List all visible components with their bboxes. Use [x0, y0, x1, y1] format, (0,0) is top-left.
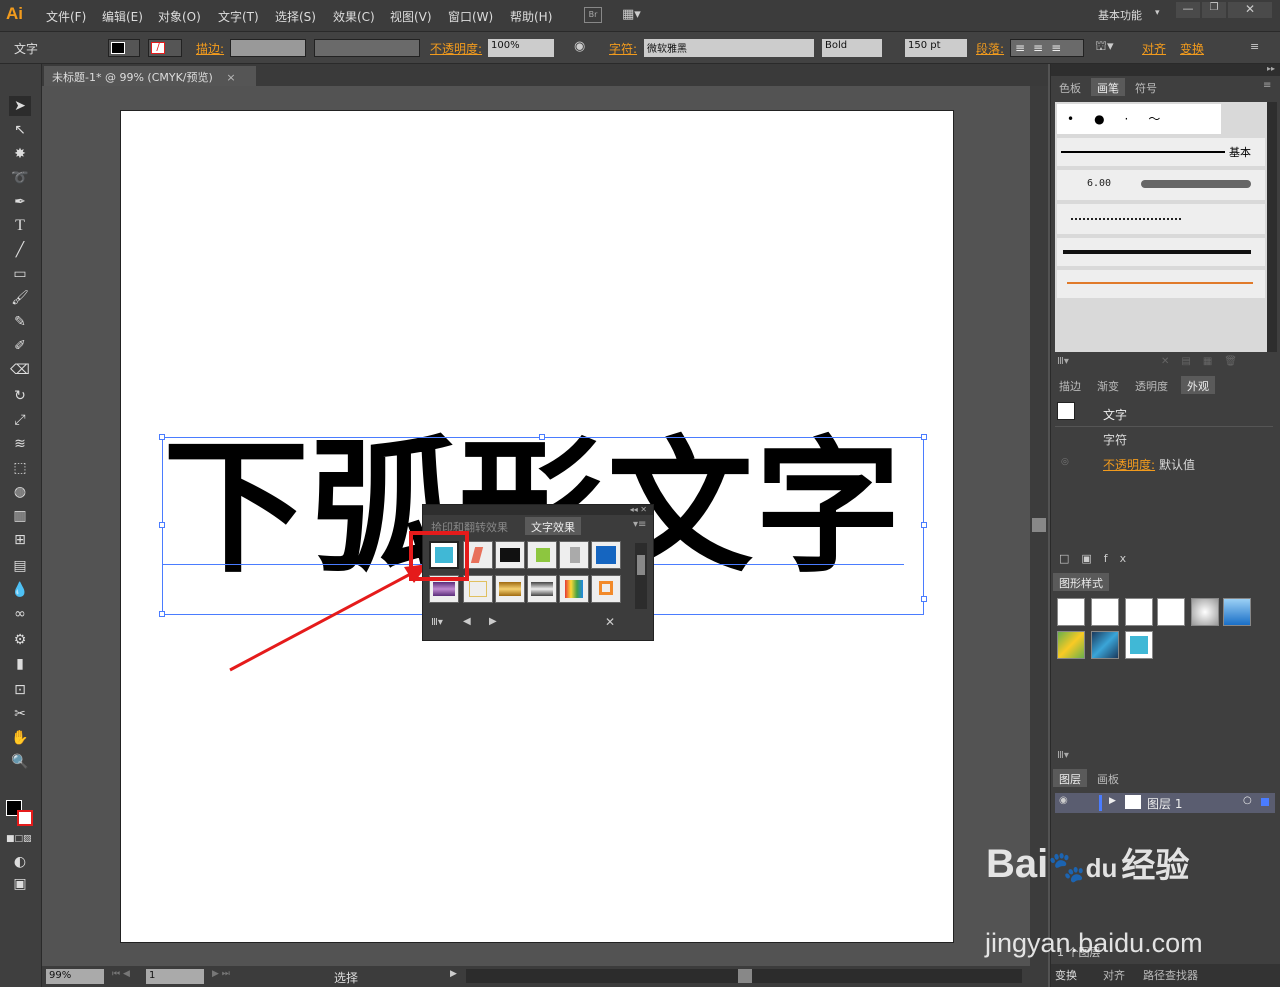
- watermark-jy: 经验: [1121, 847, 1190, 885]
- style-swatch-green[interactable]: [527, 541, 557, 569]
- layer-color-bar: [1099, 795, 1102, 811]
- graphic-style-green-yellow[interactable]: [1057, 631, 1085, 659]
- graphic-style-blue[interactable]: [1223, 598, 1251, 626]
- tab-graphic-styles[interactable]: 图形样式: [1053, 573, 1109, 591]
- brush-list: •●·～ 基本 6.00: [1055, 102, 1267, 352]
- horizontal-scrollbar[interactable]: [466, 969, 1022, 983]
- watermark-brand2: du: [1085, 853, 1118, 883]
- tab-brushes[interactable]: 画笔: [1091, 78, 1125, 96]
- expand-layer-icon[interactable]: ▶: [1109, 796, 1116, 806]
- library-menu-icon[interactable]: Ⅲ▾: [431, 617, 443, 628]
- panel-scrollbar[interactable]: [635, 543, 647, 609]
- panel-menu-icon[interactable]: ▾≡: [633, 519, 646, 530]
- brush-actions-icons[interactable]: ✕▤▦🗑: [1161, 356, 1249, 367]
- style-swatch-chrome[interactable]: [527, 575, 557, 603]
- zoom-field[interactable]: 99%: [46, 969, 104, 984]
- layer-eye-icon[interactable]: ◉: [1059, 795, 1068, 806]
- tab-gradient[interactable]: 渐变: [1091, 376, 1125, 394]
- tab-artboards[interactable]: 画板: [1091, 769, 1125, 787]
- divider: [1055, 426, 1273, 427]
- style-swatch-black[interactable]: [495, 541, 525, 569]
- first-artboard-icon[interactable]: ⏮ ◀: [112, 969, 130, 979]
- vertical-scrollbar[interactable]: [1030, 86, 1048, 966]
- tab-stroke[interactable]: 描边: [1053, 376, 1087, 394]
- graphic-style-default[interactable]: [1057, 598, 1085, 626]
- watermark-url: jingyan.baidu.com: [985, 928, 1203, 958]
- graphic-style-dark-blue[interactable]: [1091, 631, 1119, 659]
- brush-library-icon[interactable]: Ⅲ▾: [1057, 356, 1069, 367]
- tab-pathfinder[interactable]: 路径查找器: [1143, 967, 1198, 983]
- highlight-box: [409, 531, 469, 581]
- style-swatch-orange-frame[interactable]: [591, 575, 621, 603]
- styles-library-icon[interactable]: Ⅲ▾: [1057, 750, 1069, 761]
- layer-thumbnail: [1125, 795, 1141, 809]
- tab-transparency[interactable]: 透明度: [1129, 376, 1174, 394]
- tab-align[interactable]: 对齐: [1103, 967, 1125, 983]
- appearance-thumbnail: [1057, 402, 1075, 420]
- brush-dots[interactable]: •●·～: [1057, 104, 1221, 134]
- layer-target-icon[interactable]: ○: [1243, 795, 1252, 806]
- brush-calligraphic[interactable]: 6.00: [1057, 170, 1265, 200]
- bottom-panel-tabs: 变换 对齐 路径查找器: [1051, 964, 1280, 987]
- brush-charcoal[interactable]: [1057, 238, 1265, 266]
- tab-appearance[interactable]: 外观: [1181, 376, 1215, 394]
- break-link-icon[interactable]: ✕: [605, 615, 615, 629]
- next-artboard-icon[interactable]: ▶ ⏭: [212, 969, 230, 979]
- next-library-icon[interactable]: ▶: [489, 616, 497, 627]
- appearance-opacity-value: 默认值: [1159, 458, 1196, 472]
- style-swatch-gray-shape[interactable]: [559, 541, 589, 569]
- tab-symbols[interactable]: 符号: [1129, 78, 1163, 96]
- layer-selection-icon[interactable]: [1261, 798, 1269, 806]
- brush-panel-menu-icon[interactable]: ≡: [1263, 80, 1271, 91]
- style-swatch-blue[interactable]: [591, 541, 621, 569]
- graphic-style-shadow[interactable]: [1191, 598, 1219, 626]
- prev-library-icon[interactable]: ◀: [463, 616, 471, 627]
- tab-text-effects[interactable]: 文字效果: [525, 517, 581, 535]
- watermark-brand: Bai: [986, 842, 1049, 886]
- appearance-opacity-label[interactable]: 不透明度:: [1103, 456, 1155, 473]
- tab-transform[interactable]: 变换: [1055, 967, 1077, 983]
- tab-swatches[interactable]: 色板: [1053, 78, 1087, 96]
- graphic-style-white[interactable]: [1125, 598, 1153, 626]
- graphic-style-cyan[interactable]: [1125, 631, 1153, 659]
- graphic-style-none[interactable]: [1091, 598, 1119, 626]
- artboard-number-field[interactable]: 1: [146, 969, 204, 984]
- status-bar: 99% ⏮ ◀ 1 ▶ ⏭ 选择 ▶: [42, 966, 1048, 987]
- layer-name[interactable]: 图层 1: [1147, 795, 1182, 812]
- style-swatch-gold[interactable]: [495, 575, 525, 603]
- brush-basic[interactable]: 基本: [1057, 138, 1265, 166]
- panel-collapse-icon[interactable]: ◂◂ ✕: [423, 505, 653, 515]
- brush-orange-line[interactable]: [1057, 270, 1265, 298]
- brush-scrollbar[interactable]: [1267, 102, 1277, 352]
- appearance-char-row[interactable]: 字符: [1103, 431, 1127, 448]
- current-tool-status[interactable]: 选择: [334, 969, 358, 986]
- visibility-eye-icon[interactable]: ◎: [1061, 457, 1069, 467]
- tab-layers[interactable]: 图层: [1053, 769, 1087, 787]
- style-swatch-rainbow[interactable]: [559, 575, 589, 603]
- graphic-style-stroke[interactable]: [1157, 598, 1185, 626]
- paw-icon: 🐾: [1048, 851, 1086, 884]
- layer-row[interactable]: ◉ ▶ 图层 1 ○: [1055, 793, 1275, 813]
- brush-dashed[interactable]: [1057, 204, 1265, 234]
- status-menu-icon[interactable]: ▶: [450, 969, 457, 979]
- baidu-watermark: Bai🐾du 经验: [986, 838, 1189, 887]
- appearance-actions-icons[interactable]: □▣fx: [1059, 552, 1138, 565]
- dock-collapse-icon[interactable]: ▸▸: [1051, 64, 1280, 76]
- appearance-title: 文字: [1103, 408, 1128, 422]
